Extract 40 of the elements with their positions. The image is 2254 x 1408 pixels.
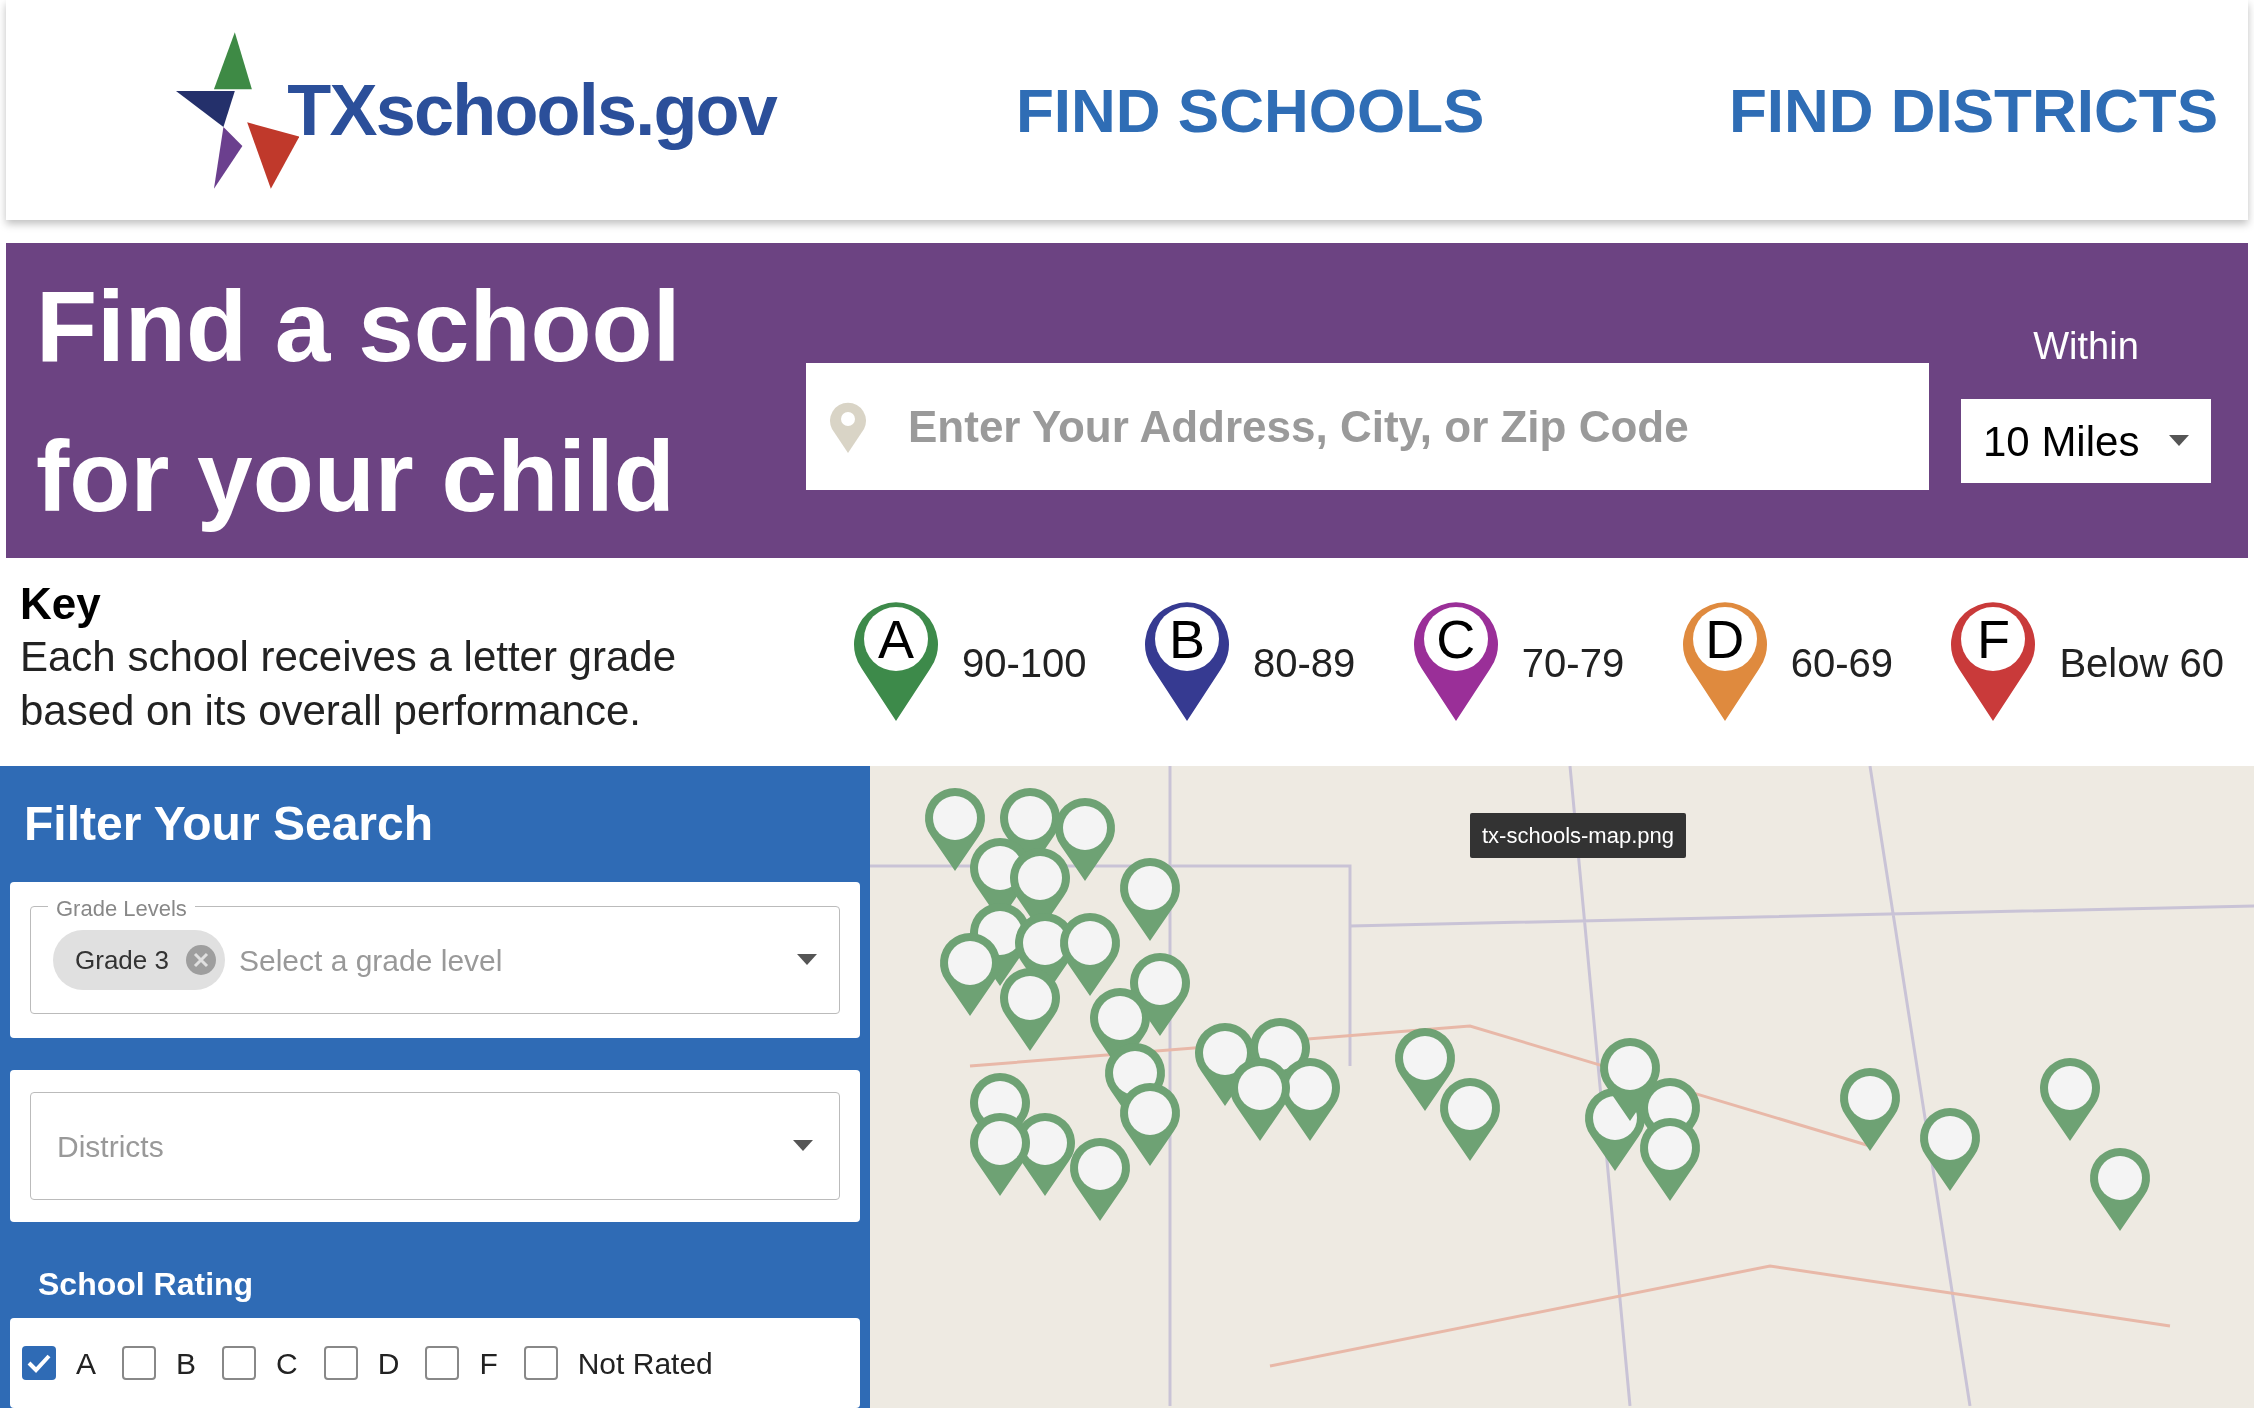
rating-label: F xyxy=(479,1345,498,1382)
map-tooltip: tx-schools-map.png xyxy=(1470,813,1686,858)
districts-field[interactable]: Districts xyxy=(30,1092,840,1200)
rating-checkbox[interactable] xyxy=(425,1346,460,1380)
address-input[interactable]: Enter Your Address, City, or Zip Code xyxy=(908,393,1907,460)
location-pin-icon xyxy=(828,400,868,453)
grade-chip[interactable]: Grade 3 xyxy=(53,930,225,990)
caret-icon xyxy=(797,954,817,966)
distance-dropdown[interactable]: 10 Miles xyxy=(1961,399,2211,483)
hero-headline: for your child xyxy=(36,418,676,534)
rating-label: Not Rated xyxy=(577,1345,713,1382)
rating-label: C xyxy=(276,1345,298,1382)
within-label: Within xyxy=(2033,324,2139,369)
rating-label: A xyxy=(76,1345,96,1382)
caret-icon xyxy=(2169,435,2189,447)
caret-icon xyxy=(793,1140,813,1152)
grade-range: Below 60 xyxy=(2059,640,2224,687)
grade-range: 90-100 xyxy=(962,640,1087,687)
rating-title: School Rating xyxy=(37,1265,255,1304)
grade-range: 60-69 xyxy=(1790,640,1893,687)
key-title: Key xyxy=(20,578,102,630)
hero-headline: Find a school xyxy=(36,268,682,384)
rating-label: D xyxy=(377,1345,400,1382)
grade-level-input[interactable]: Select a grade level xyxy=(238,937,783,983)
filter-title: Filter Your Search xyxy=(23,796,435,852)
districts-input[interactable]: Districts xyxy=(57,1123,793,1169)
rating-checkbox[interactable] xyxy=(22,1346,56,1380)
rating-checkbox[interactable] xyxy=(323,1346,358,1380)
address-search-field[interactable]: Enter Your Address, City, or Zip Code xyxy=(806,363,1929,490)
nav-link[interactable]: FIND DISTRICTS xyxy=(1728,63,2218,157)
rating-checkbox[interactable] xyxy=(222,1346,257,1380)
rating-checkbox[interactable] xyxy=(523,1346,558,1380)
grade-range: 80-89 xyxy=(1253,640,1356,687)
rating-checkbox[interactable] xyxy=(122,1346,156,1380)
grade-range: 70-79 xyxy=(1521,640,1625,687)
remove-icon[interactable] xyxy=(184,944,217,976)
logo-text: TXschools.gov xyxy=(287,69,776,152)
key-description: Each school receives a letter grade based on its overall performance. xyxy=(20,632,678,736)
nav-link[interactable]: FIND SCHOOLS xyxy=(1016,63,1485,157)
rating-label: B xyxy=(176,1345,197,1382)
